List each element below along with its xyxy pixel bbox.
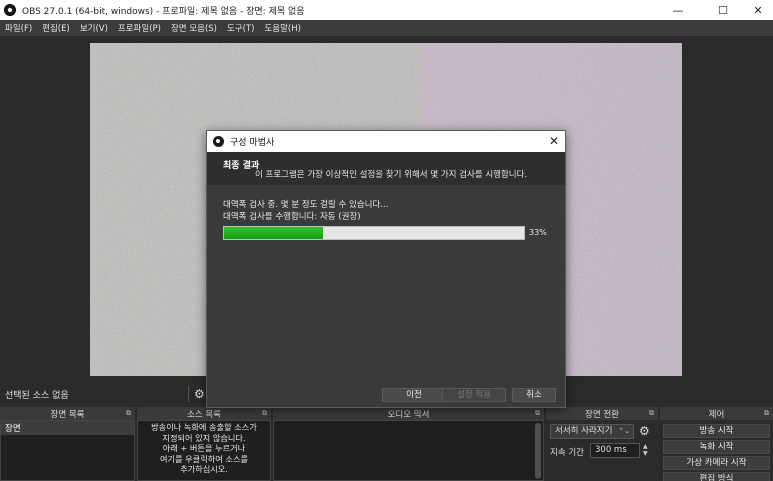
audio-mixer-dock: 오디오 믹서 ⧉ [273, 407, 544, 481]
start-virtual-camera-button[interactable]: 가상 카메라 시작 [663, 456, 770, 470]
transition-select[interactable]: 서서히 사라지기 ⌃⌄ [550, 424, 634, 439]
empty-line: 방송이나 녹화에 송출할 소스가 [151, 422, 257, 432]
back-button[interactable]: 이전 [382, 388, 446, 402]
dialog-heading: 최종 결과 [223, 161, 260, 171]
sources-dock-header: 소스 목록 ⧉ [137, 407, 271, 420]
undock-icon[interactable]: ⧉ [649, 409, 654, 418]
scenes-dock-header: 장면 목록 ⧉ [0, 407, 135, 420]
audio-mixer-scrollbar[interactable] [535, 423, 541, 479]
start-streaming-button[interactable]: 방송 시작 [663, 424, 770, 438]
window-titlebar: OBS 27.0.1 (64-bit, windows) - 프로파일: 제목 … [0, 0, 773, 20]
scenes-list[interactable]: 장면 [0, 420, 135, 481]
dialog-title: 구성 마법사 [230, 138, 275, 148]
audio-mixer-body [273, 420, 544, 481]
status-line: 대역폭 검사 중. 몇 분 정도 걸릴 수 있습니다... [223, 200, 389, 210]
apply-settings-button[interactable]: 설정 적용 [442, 388, 506, 402]
cancel-button[interactable]: 취소 [512, 388, 556, 402]
controls-body: 방송 시작 녹화 시작 가상 카메라 시작 편집 방식 [660, 420, 773, 481]
menu-profile[interactable]: 프로파일(P) [113, 22, 166, 34]
empty-line: 지정되어 있지 않습니다. [162, 432, 246, 443]
transitions-dock: 장면 전환 ⧉ 서서히 사라지기 ⌃⌄ ⚙ 지속 기간 300 ms ▲ ▼ [546, 407, 658, 481]
dialog-close-icon[interactable]: ✕ [549, 134, 559, 148]
duration-input[interactable]: 300 ms [590, 443, 640, 458]
dialog-footer: 이전 설정 적용 취소 [207, 385, 565, 407]
audio-mixer-header: 오디오 믹서 ⧉ [273, 407, 544, 420]
progress-bar [223, 226, 525, 240]
config-wizard-dialog: 구성 마법사 ✕ 최종 결과 이 프로그램은 가장 이상적인 설정을 찾기 위해… [206, 130, 566, 408]
scenes-dock-title: 장면 목록 [50, 409, 85, 420]
undock-icon[interactable]: ⧉ [764, 409, 769, 418]
divider [188, 386, 189, 402]
empty-line: 여기를 우클릭하여 소스를 [159, 453, 249, 464]
dialog-description: 이 프로그램은 가장 이상적인 설정을 찾기 위해서 몇 가지 검사를 시행합니… [255, 170, 528, 180]
dialog-body: 대역폭 검사 중. 몇 분 정도 걸릴 수 있습니다... 대역폭 검사를 수행… [207, 185, 565, 385]
source-properties-gear-icon[interactable]: ⚙ [194, 387, 205, 401]
transition-selected-value: 서서히 사라지기 [555, 426, 613, 436]
transitions-title: 장면 전환 [585, 409, 619, 420]
controls-header: 제어 ⧉ [660, 407, 773, 420]
audio-mixer-title: 오디오 믹서 [387, 409, 430, 420]
no-source-label: 선택된 소스 없음 [5, 390, 69, 401]
controls-title: 제어 [708, 409, 725, 420]
transition-gear-icon[interactable]: ⚙ [639, 424, 650, 438]
close-window-button[interactable]: ✕ [743, 0, 773, 20]
studio-mode-button[interactable]: 편집 방식 [663, 472, 770, 481]
controls-dock: 제어 ⧉ 방송 시작 녹화 시작 가상 카메라 시작 편집 방식 [660, 407, 773, 481]
duration-label: 지속 기간 [550, 448, 584, 458]
undock-icon[interactable]: ⧉ [262, 409, 267, 418]
menu-file[interactable]: 파일(F) [0, 22, 37, 34]
menu-edit[interactable]: 편집(E) [37, 22, 75, 34]
menu-scene-collection[interactable]: 장면 모음(S) [166, 22, 222, 34]
menu-help[interactable]: 도움말(H) [259, 22, 305, 34]
obs-logo-icon [213, 136, 224, 147]
start-recording-button[interactable]: 녹화 시작 [663, 440, 770, 454]
obs-logo-icon [4, 4, 16, 16]
dialog-titlebar: 구성 마법사 ✕ [207, 131, 565, 152]
empty-line: 추가하십시오. [180, 464, 228, 474]
progress-bar-fill [224, 227, 323, 239]
dialog-header: 최종 결과 이 프로그램은 가장 이상적인 설정을 찾기 위해서 몇 가지 검사… [207, 152, 565, 185]
chevron-updown-icon: ⌃⌄ [618, 427, 630, 435]
empty-line: 아래 + 버튼을 누르거나 [162, 443, 246, 453]
menu-bar: 파일(F) 편집(E) 보기(V) 프로파일(P) 장면 모음(S) 도구(T)… [0, 20, 773, 36]
window-title: OBS 27.0.1 (64-bit, windows) - 프로파일: 제목 … [22, 6, 305, 17]
sources-empty-message: 방송이나 녹화에 송출할 소스가 지정되어 있지 않습니다. 아래 + 버튼을 … [138, 421, 270, 475]
menu-tools[interactable]: 도구(T) [222, 22, 259, 34]
sources-dock: 소스 목록 ⧉ 방송이나 녹화에 송출할 소스가 지정되어 있지 않습니다. 아… [137, 407, 271, 481]
sources-dock-title: 소스 목록 [187, 409, 221, 420]
sources-list[interactable]: 방송이나 녹화에 송출할 소스가 지정되어 있지 않습니다. 아래 + 버튼을 … [137, 420, 271, 481]
menu-view[interactable]: 보기(V) [75, 22, 113, 34]
transitions-body: 서서히 사라지기 ⌃⌄ ⚙ 지속 기간 300 ms ▲ ▼ [546, 420, 658, 481]
undock-icon[interactable]: ⧉ [535, 409, 540, 418]
status-line: 대역폭 검사를 수행합니다: 자동 (권장) [223, 212, 361, 222]
maximize-button[interactable]: ☐ [708, 0, 738, 20]
duration-spinner-icon[interactable]: ▲ ▼ [643, 443, 648, 457]
progress-percent: 33% [529, 228, 547, 237]
list-item[interactable]: 장면 [1, 421, 134, 435]
undock-icon[interactable]: ⧉ [126, 409, 131, 418]
scenes-dock: 장면 목록 ⧉ 장면 [0, 407, 135, 481]
transitions-header: 장면 전환 ⧉ [546, 407, 658, 420]
minimize-button[interactable]: — [663, 0, 693, 20]
